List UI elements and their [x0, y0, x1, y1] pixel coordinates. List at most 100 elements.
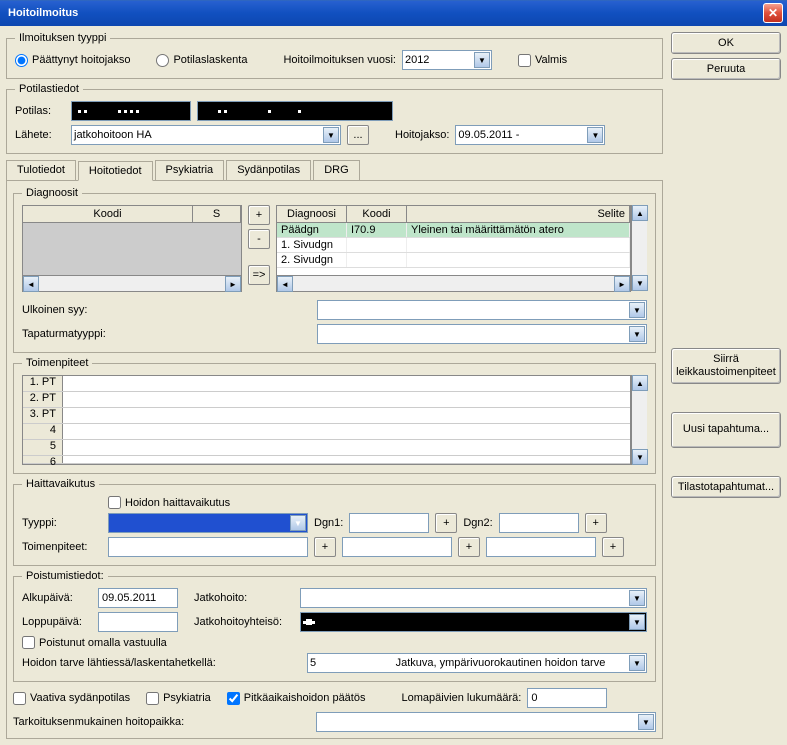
table-row[interactable]: 3. PT [23, 408, 630, 424]
loma-input[interactable] [527, 688, 607, 708]
table-row[interactable]: 1. Sivudgn [277, 238, 630, 253]
radio-potilaslaskenta[interactable]: Potilaslaskenta [156, 54, 247, 67]
scroll-up-icon[interactable]: ▲ [632, 375, 648, 391]
table-row[interactable]: 2. PT [23, 392, 630, 408]
ellipsis-button[interactable]: ... [347, 125, 369, 145]
tab-content: Diagnoosit Koodi S ◄ ► [6, 181, 663, 739]
toimenpiteet-legend: Toimenpiteet [22, 357, 92, 369]
scroll-right-icon[interactable]: ► [225, 276, 241, 292]
titlebar: Hoitoilmoitus ✕ [0, 0, 787, 26]
tab-drg[interactable]: DRG [313, 160, 359, 180]
jatkohoitoyht-label: Jatkohoitoyhteisö: [194, 616, 294, 628]
ulkoinen-select[interactable]: ▼ [317, 300, 647, 320]
hoidon-tarve-label: Hoidon tarve lähtiessä/laskentahetkellä: [22, 657, 301, 669]
tarkoitus-label: Tarkoituksenmukainen hoitopaikka: [13, 716, 184, 728]
chevron-down-icon[interactable]: ▼ [638, 714, 654, 730]
tab-sydanpotilas[interactable]: Sydänpotilas [226, 160, 311, 180]
add-diagnosis-button[interactable]: + [248, 205, 270, 225]
scrollbar[interactable]: ▲ ▼ [631, 375, 647, 465]
haitta-toimenpiteet-1[interactable] [108, 537, 308, 557]
chevron-down-icon[interactable]: ▼ [629, 590, 645, 606]
haitta-plus-1[interactable]: + [314, 537, 336, 557]
lahete-label: Lähete: [15, 129, 65, 141]
lahete-select[interactable]: jatkohoitoon HA ▼ [71, 125, 341, 145]
tyyppi-label: Tyyppi: [22, 517, 102, 529]
remove-diagnosis-button[interactable]: - [248, 229, 270, 249]
chevron-down-icon[interactable]: ▼ [290, 515, 306, 531]
tapaturma-label: Tapaturmatyyppi: [22, 328, 122, 340]
table-row[interactable]: 5 [23, 440, 630, 456]
vaativa-checkbox[interactable]: Vaativa sydänpotilas [13, 692, 130, 705]
scrollbar[interactable]: ◄ ► [23, 275, 241, 291]
haitta-plus-2[interactable]: + [458, 537, 480, 557]
poistunut-checkbox[interactable]: Poistunut omalla vastuulla [22, 636, 167, 649]
scroll-up-icon[interactable]: ▲ [632, 205, 648, 221]
dgn1-plus-button[interactable]: + [435, 513, 457, 533]
valmis-checkbox[interactable]: Valmis [518, 54, 567, 67]
toimenpiteet-table[interactable]: 1. PT 2. PT 3. PT 4 5 6 [22, 375, 631, 465]
year-select[interactable]: 2012 ▼ [402, 50, 492, 70]
diagnoosit-left-grid[interactable]: Koodi S ◄ ► [22, 205, 242, 292]
dgn1-label: Dgn1: [314, 517, 343, 529]
dgn2-input[interactable] [499, 513, 579, 533]
poistumis-group: Poistumistiedot: Alkupäivä: Jatkohoito: … [13, 570, 656, 682]
potilas-field-1[interactable] [71, 101, 191, 121]
alkupvm-input[interactable] [98, 588, 178, 608]
table-row[interactable]: 1. PT [23, 376, 630, 392]
scroll-left-icon[interactable]: ◄ [277, 276, 293, 292]
jatkohoito-label: Jatkohoito: [194, 592, 294, 604]
hoitojakso-select[interactable]: 09.05.2011 - ▼ [455, 125, 605, 145]
pitka-checkbox[interactable]: Pitkäaikaishoidon päätös [227, 692, 366, 705]
haitta-toimenpiteet-3[interactable] [486, 537, 596, 557]
scroll-down-icon[interactable]: ▼ [632, 449, 648, 465]
scroll-right-icon[interactable]: ► [614, 276, 630, 292]
hoidon-tarve-select[interactable]: 5 Jatkuva, ympärivuorokautinen hoidon ta… [307, 653, 647, 673]
toimenpiteet-group: Toimenpiteet 1. PT 2. PT 3. PT 4 5 6 ▲ ▼ [13, 357, 656, 474]
potilas-label: Potilas: [15, 105, 65, 117]
siirra-button[interactable]: Siirrä leikkaustoimenpiteet [671, 348, 781, 384]
haitta-toimenpiteet-2[interactable] [342, 537, 452, 557]
cancel-button[interactable]: Peruuta [671, 58, 781, 80]
tarkoitus-select[interactable]: ▼ [316, 712, 656, 732]
tab-hoitotiedot[interactable]: Hoitotiedot [78, 161, 153, 181]
scroll-down-icon[interactable]: ▼ [632, 275, 648, 291]
chevron-down-icon[interactable]: ▼ [629, 614, 645, 630]
tilasto-button[interactable]: Tilastotapahtumat... [671, 476, 781, 498]
tab-tulotiedot[interactable]: Tulotiedot [6, 160, 76, 180]
table-row[interactable]: 2. Sivudgn [277, 253, 630, 268]
window-title: Hoitoilmoitus [4, 7, 78, 19]
close-icon[interactable]: ✕ [763, 3, 783, 23]
tab-psykiatria[interactable]: Psykiatria [155, 160, 225, 180]
move-diagnosis-button[interactable]: => [248, 265, 270, 285]
chevron-down-icon[interactable]: ▼ [629, 326, 645, 342]
chevron-down-icon[interactable]: ▼ [323, 127, 339, 143]
table-row[interactable]: 4 [23, 424, 630, 440]
tapaturma-select[interactable]: ▼ [317, 324, 647, 344]
tyyppi-select[interactable]: ▼ [108, 513, 308, 533]
uusi-button[interactable]: Uusi tapahtuma... [671, 412, 781, 448]
scrollbar[interactable]: ▲ ▼ [631, 205, 647, 291]
hoitojakso-label: Hoitojakso: [395, 129, 449, 141]
radio-paattynyt[interactable]: Päättynyt hoitojakso [15, 54, 130, 67]
dgn2-plus-button[interactable]: + [585, 513, 607, 533]
jatkohoito-select[interactable]: ▼ [300, 588, 647, 608]
chevron-down-icon[interactable]: ▼ [629, 655, 645, 671]
jatkohoitoyht-select[interactable]: ▼ [300, 612, 647, 632]
haitta-plus-3[interactable]: + [602, 537, 624, 557]
ilmoitus-group: Ilmoituksen tyyppi Päättynyt hoitojakso … [6, 32, 663, 79]
diagnoosit-right-grid[interactable]: Diagnoosi Koodi Selite Päädgn I70.9 Ylei… [276, 205, 631, 292]
dgn1-input[interactable] [349, 513, 429, 533]
scroll-left-icon[interactable]: ◄ [23, 276, 39, 292]
haitta-checkbox[interactable]: Hoidon haittavaikutus [108, 496, 230, 509]
loppupvm-input[interactable] [98, 612, 178, 632]
psykiatria-checkbox[interactable]: Psykiatria [146, 692, 211, 705]
potilas-field-2[interactable] [197, 101, 393, 121]
scrollbar[interactable]: ◄ ► [277, 275, 630, 291]
table-row[interactable]: Päädgn I70.9 Yleinen tai määrittämätön a… [277, 223, 630, 238]
chevron-down-icon[interactable]: ▼ [629, 302, 645, 318]
table-row[interactable]: 6 [23, 456, 630, 464]
poistumis-legend: Poistumistiedot: [22, 570, 108, 582]
chevron-down-icon[interactable]: ▼ [587, 127, 603, 143]
ok-button[interactable]: OK [671, 32, 781, 54]
chevron-down-icon[interactable]: ▼ [474, 52, 490, 68]
